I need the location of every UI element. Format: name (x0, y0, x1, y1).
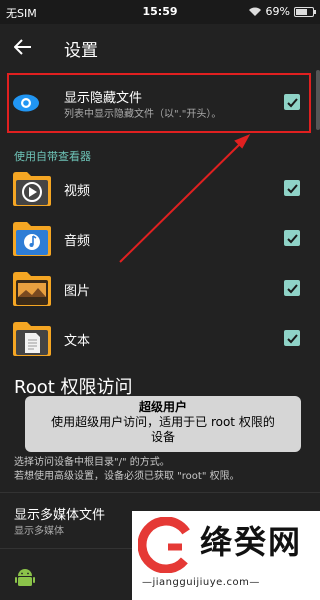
image-checkbox[interactable] (284, 280, 300, 296)
watermark-url: —jiangguijiuye.com— (142, 577, 260, 588)
app-bar: 设置 (0, 24, 320, 70)
viewer-item-image[interactable]: 图片 (0, 266, 320, 310)
watermark-name: 绛癸网 (200, 523, 303, 561)
battery-icon (294, 6, 316, 17)
check-icon (286, 283, 298, 293)
page-title: 设置 (64, 41, 98, 61)
viewer-item-label: 音频 (64, 234, 91, 249)
highlight-box (7, 73, 311, 133)
multimedia-title[interactable]: 显示多媒体文件 (14, 504, 105, 523)
image-folder-icon (13, 272, 51, 306)
viewer-item-text[interactable]: 文本 (0, 316, 320, 360)
watermark-logo-icon (138, 517, 194, 573)
toast-line: 设备 (150, 430, 175, 444)
watermark-overlay: 绛癸网 —jiangguijiuye.com— (132, 511, 320, 600)
viewer-item-video[interactable]: 视频 (0, 166, 320, 210)
check-icon (286, 183, 298, 193)
back-button[interactable] (6, 32, 40, 62)
toast-popup: 超级用户 使用超级用户访问，适用于已 root 权限的 设备 (25, 396, 301, 452)
battery-level (296, 8, 308, 15)
video-folder-icon (13, 172, 51, 206)
text-folder-icon (13, 322, 51, 356)
check-icon (286, 233, 298, 243)
battery-percent: 69% (265, 5, 290, 18)
wifi-icon (248, 7, 261, 16)
viewer-item-label: 图片 (64, 284, 91, 299)
scrollbar[interactable] (316, 70, 320, 130)
android-icon (15, 569, 35, 586)
audio-folder-icon (13, 222, 51, 256)
root-access-description: 选择访问设备中根目录"/" 的方式。 若想使用高级设置，设备必须已获取 "roo… (14, 456, 240, 484)
viewer-item-label: 视频 (64, 184, 91, 199)
root-desc-line: 若想使用高级设置，设备必须已获取 "root" 权限。 (14, 471, 240, 482)
video-checkbox[interactable] (284, 180, 300, 196)
text-checkbox[interactable] (284, 330, 300, 346)
status-bar: 无SIM 15:59 69% (0, 0, 320, 24)
root-desc-line: 选择访问设备中根目录"/" 的方式。 (14, 457, 170, 468)
viewer-item-label: 文本 (64, 334, 91, 349)
multimedia-subtitle: 显示多媒体 (14, 526, 64, 537)
toast-title: 超级用户 (138, 400, 187, 414)
divider (0, 492, 320, 493)
check-icon (286, 333, 298, 343)
audio-checkbox[interactable] (284, 230, 300, 246)
status-icons: 69% (248, 5, 316, 18)
back-arrow-icon (14, 39, 31, 55)
section-header-viewer: 使用自带查看器 (14, 150, 91, 163)
toast-line: 使用超级用户访问，适用于已 root 权限的 (51, 415, 275, 429)
viewer-item-audio[interactable]: 音频 (0, 216, 320, 260)
